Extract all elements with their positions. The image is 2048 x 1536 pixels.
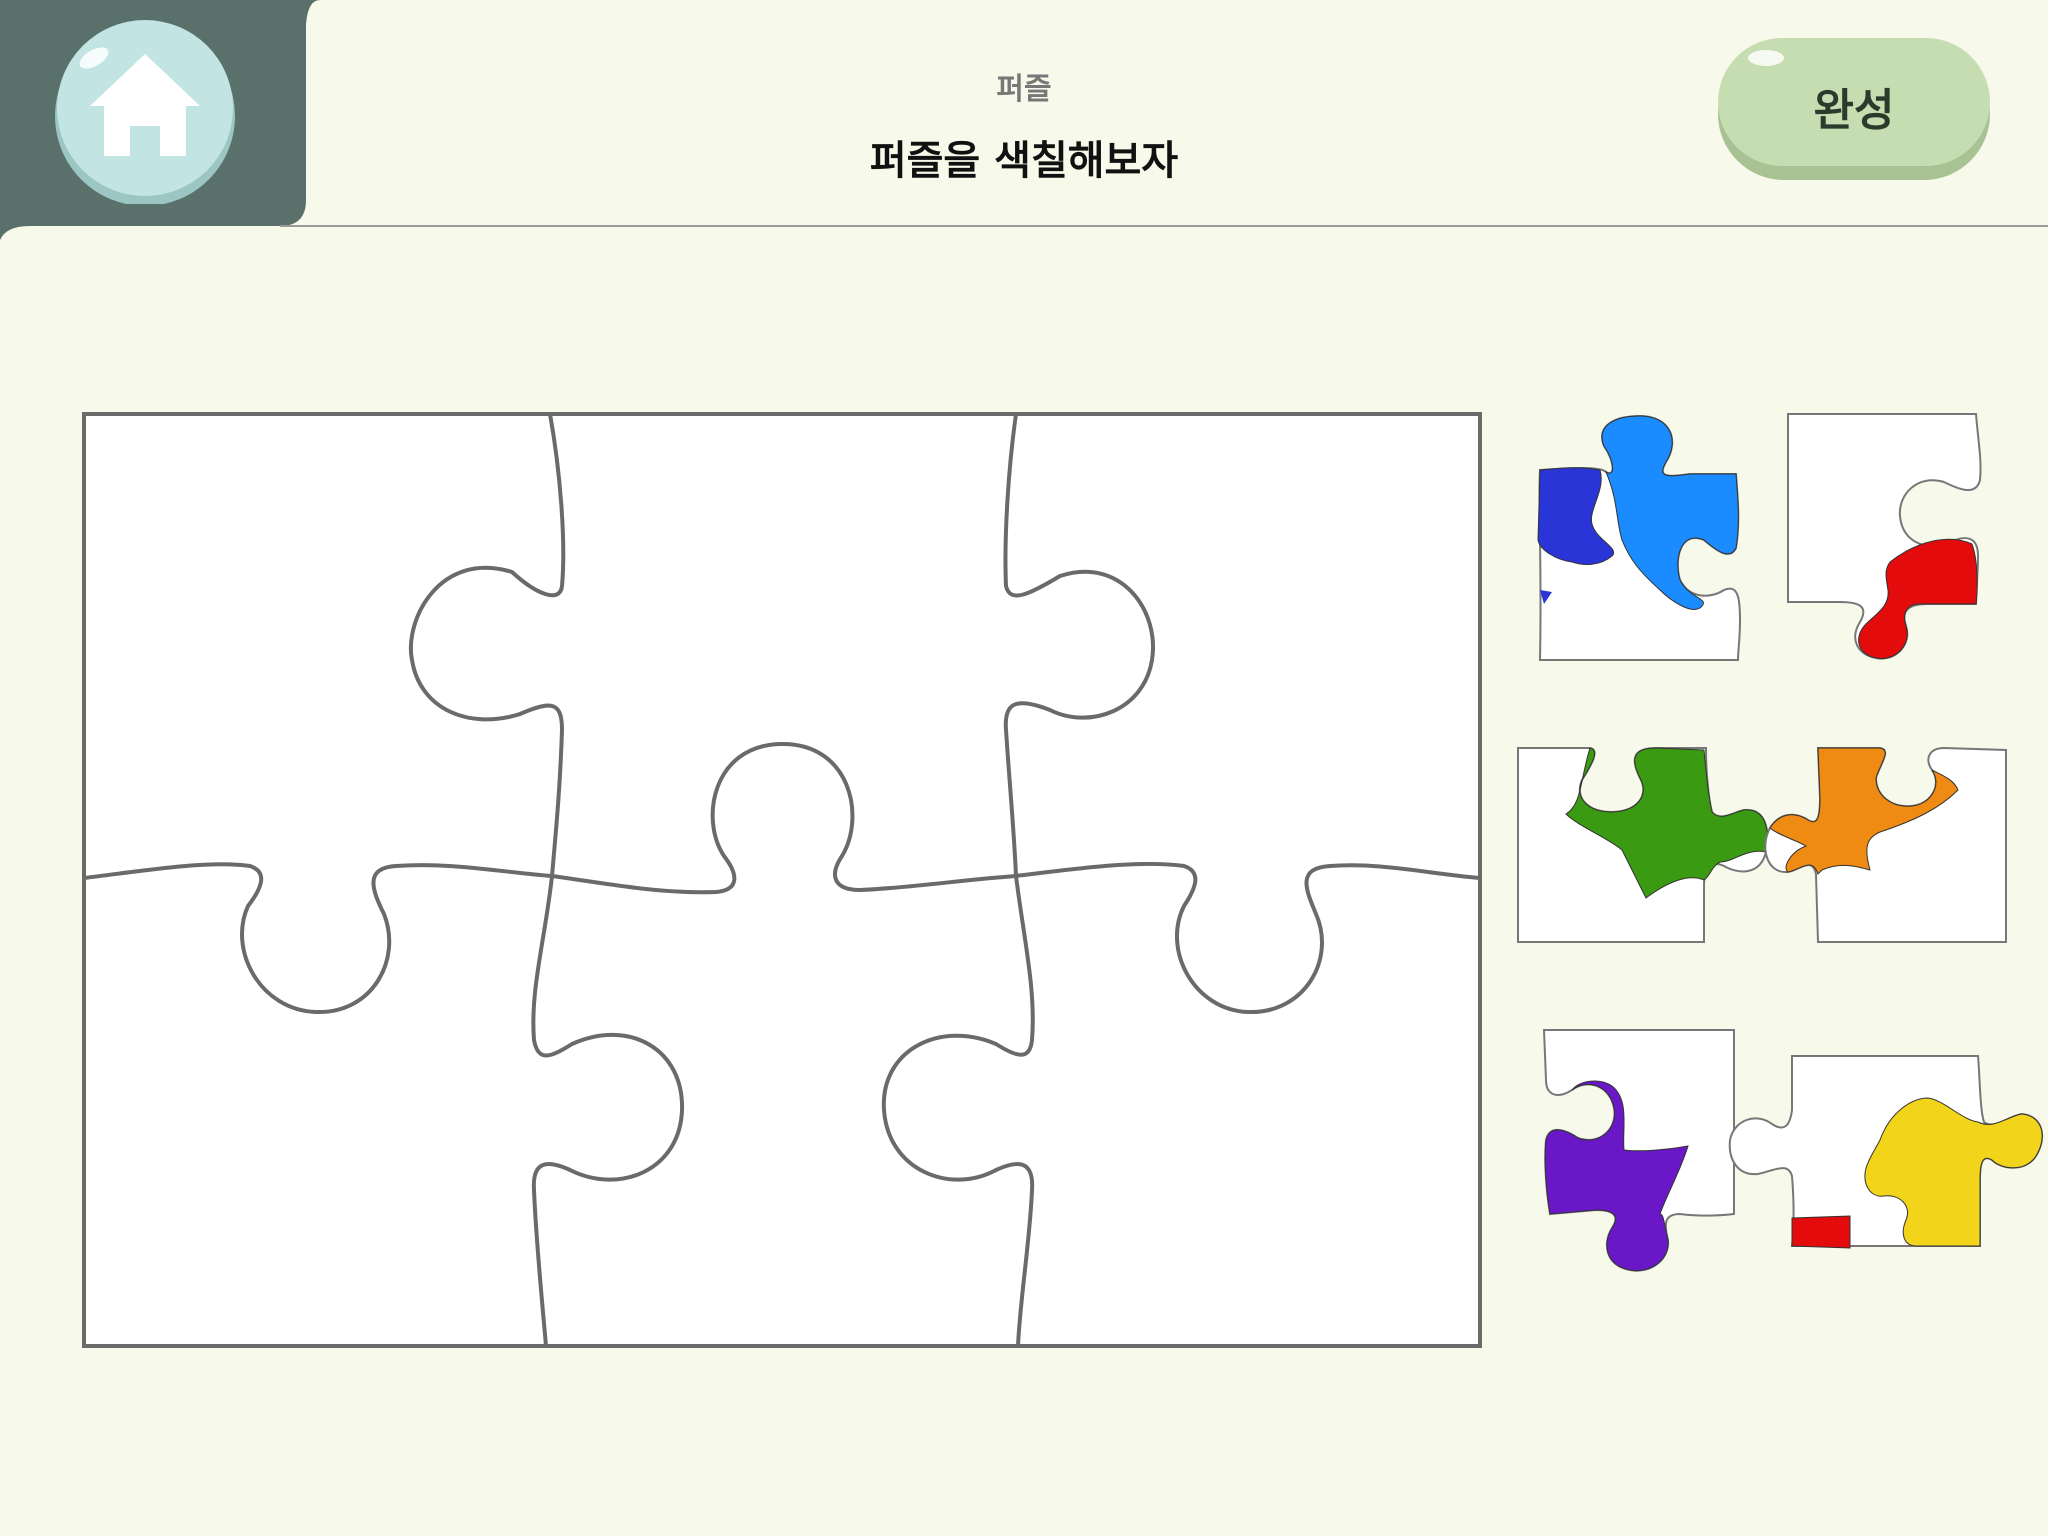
complete-label: 완성 bbox=[1813, 85, 1895, 136]
tray-piece-5[interactable] bbox=[1542, 1029, 1735, 1272]
tray-piece-6[interactable] bbox=[1728, 1055, 2044, 1249]
page-title: 퍼즐을 색칠해보자 bbox=[869, 138, 1179, 184]
page-subtitle: 퍼즐 bbox=[996, 72, 1052, 107]
puzzle-board bbox=[82, 412, 1482, 1348]
tray-piece-3[interactable] bbox=[1517, 747, 1769, 943]
piece-tray bbox=[1517, 413, 2044, 1272]
tray-piece-2[interactable] bbox=[1787, 413, 1982, 660]
tray-piece-4[interactable] bbox=[1764, 746, 2007, 943]
home-button[interactable] bbox=[52, 18, 238, 204]
puzzle-area bbox=[82, 412, 2044, 1348]
puzzle-app: 퍼즐 퍼즐을 색칠해보자 완성 bbox=[0, 0, 2048, 1536]
home-icon bbox=[55, 20, 235, 204]
board-frame bbox=[82, 412, 1482, 1348]
complete-button[interactable]: 완성 bbox=[1716, 36, 1992, 182]
tray-piece-1[interactable] bbox=[1537, 414, 1742, 661]
